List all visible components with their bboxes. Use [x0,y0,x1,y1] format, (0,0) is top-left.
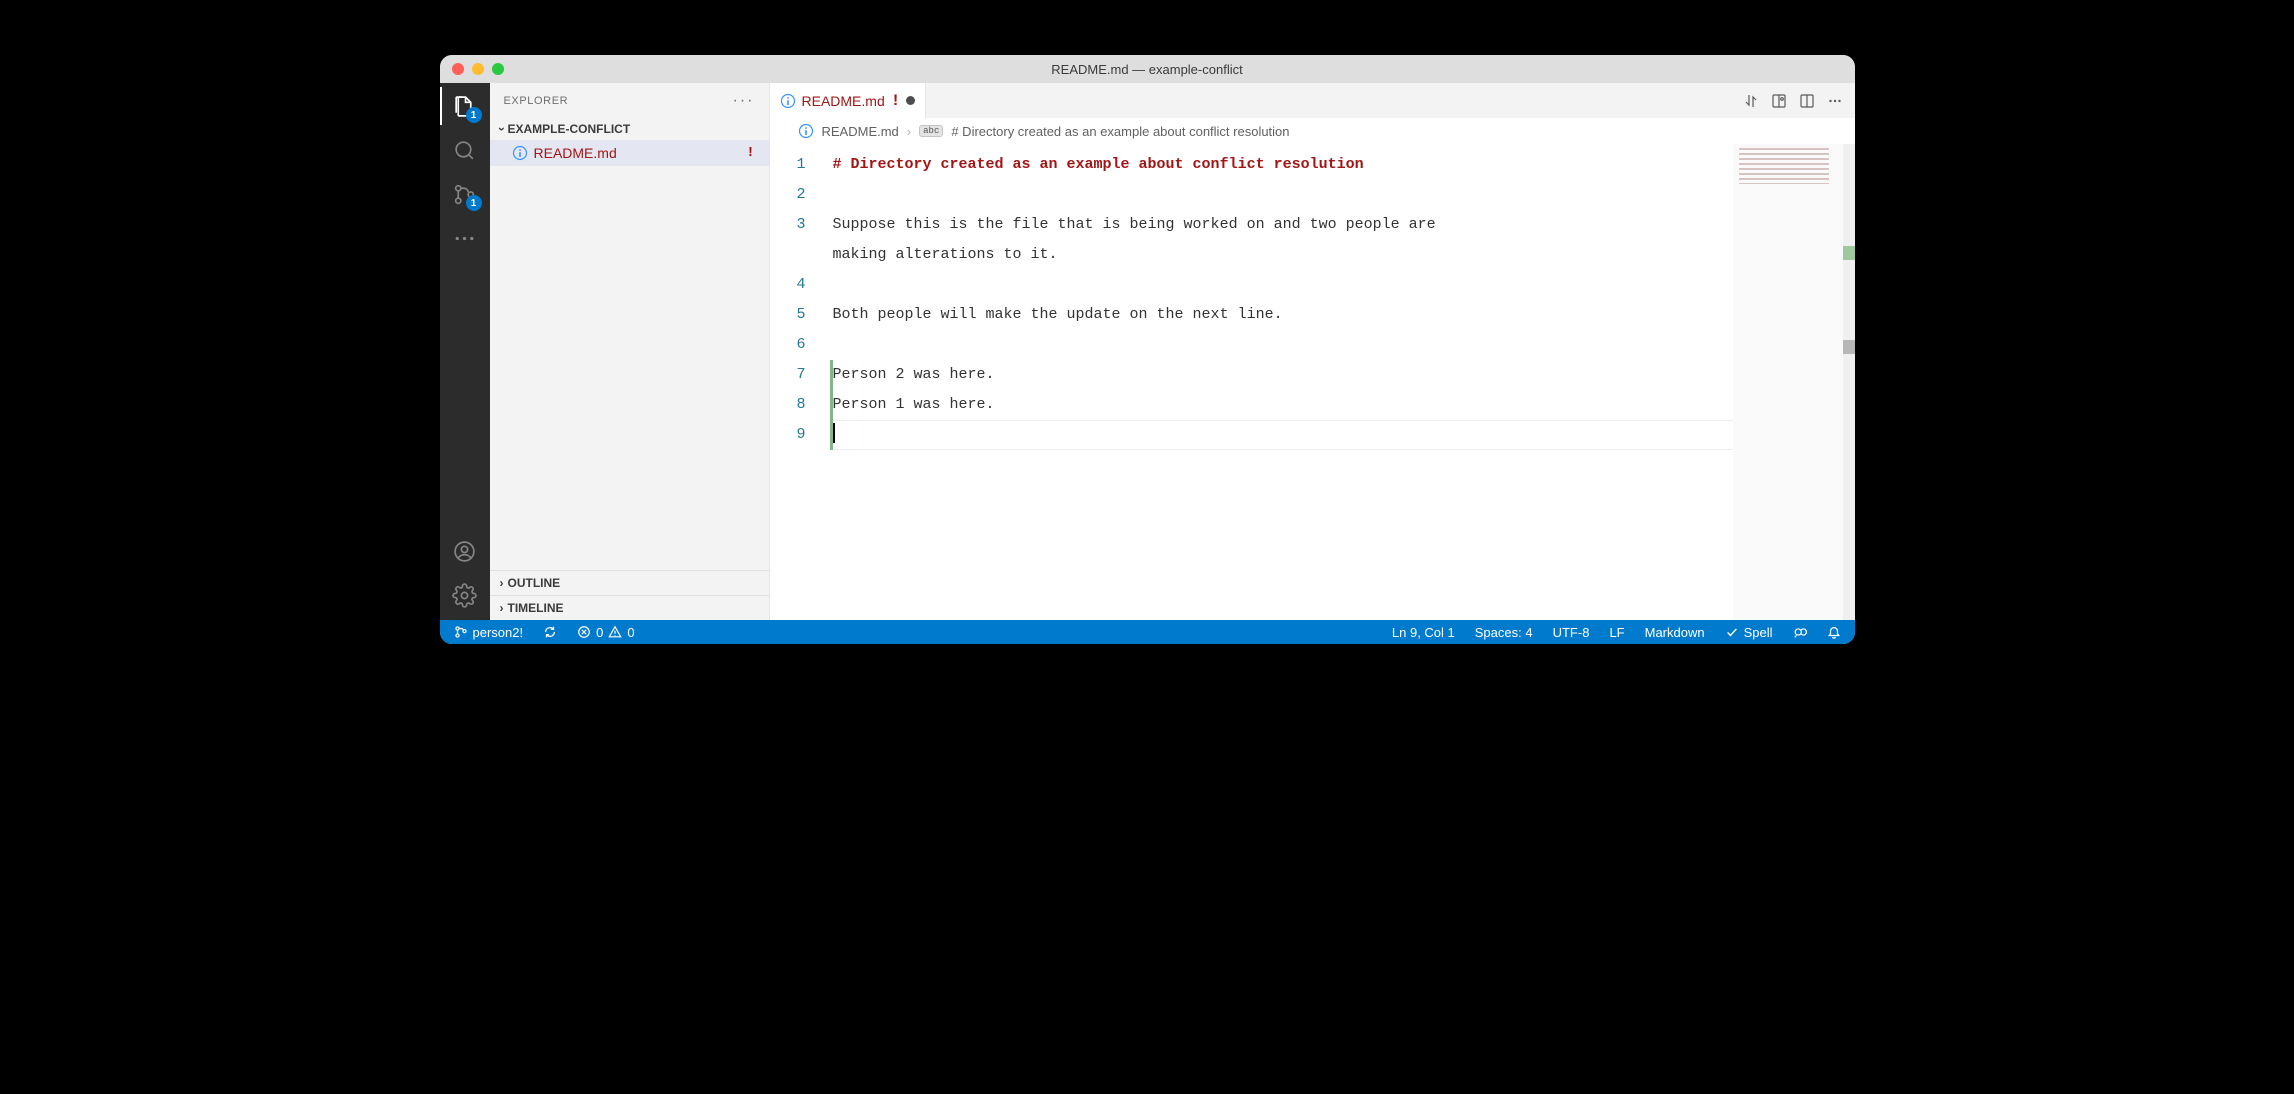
activitybar: 1 1 [440,83,490,620]
workbench: 1 1 EXPLORER ··· [440,83,1855,620]
chevron-right-icon: › [500,601,504,615]
indent-setting: Spaces: 4 [1475,625,1533,640]
source-control-icon[interactable]: 1 [450,179,480,209]
chevron-right-icon: › [500,576,504,590]
tabbar: README.md ! [770,83,1855,118]
accounts-icon[interactable] [450,536,480,566]
sidebar-title: EXPLORER [504,95,569,107]
compare-changes-icon[interactable] [1737,87,1765,115]
traffic-lights [452,63,504,75]
status-language[interactable]: Markdown [1637,620,1713,644]
status-eol[interactable]: LF [1601,620,1632,644]
spell-label: Spell [1744,625,1773,640]
overview-ruler[interactable] [1843,144,1855,620]
folder-name: EXAMPLE-CONFLICT [508,122,631,136]
eol: LF [1609,625,1624,640]
split-editor-icon[interactable] [1793,87,1821,115]
status-cursor[interactable]: Ln 9, Col 1 [1384,620,1463,644]
status-branch[interactable]: person2! [446,620,532,644]
outline-section[interactable]: › OUTLINE [490,570,769,595]
minimize-window-button[interactable] [472,63,484,75]
explorer-badge: 1 [466,107,482,123]
timeline-label: TIMELINE [508,601,564,615]
file-warn-mark: ! [743,145,759,161]
close-window-button[interactable] [452,63,464,75]
more-icon[interactable] [450,223,480,253]
tab-readme[interactable]: README.md ! [770,83,927,118]
overview-marker-added [1843,246,1855,260]
breadcrumb-symbol: # Directory created as an example about … [951,124,1289,139]
status-encoding[interactable]: UTF-8 [1545,620,1598,644]
timeline-section[interactable]: › TIMELINE [490,595,769,620]
chevron-down-icon: › [495,127,509,131]
line-number-gutter: 123 456789 [770,144,830,620]
sidebar: EXPLORER ··· › EXAMPLE-CONFLICT README.m… [490,83,770,620]
folder-section[interactable]: › EXAMPLE-CONFLICT [490,118,769,140]
status-sync[interactable] [535,620,565,644]
file-row-readme[interactable]: README.md ! [490,140,769,166]
symbol-string-icon: abc [919,125,943,137]
editor-group: README.md ! [770,83,1855,620]
error-count: 0 [596,625,603,640]
open-preview-icon[interactable] [1765,87,1793,115]
explorer-icon[interactable]: 1 [450,91,480,121]
encoding: UTF-8 [1553,625,1590,640]
status-spell[interactable]: Spell [1717,620,1781,644]
sidebar-more-icon[interactable]: ··· [733,92,755,110]
outline-label: OUTLINE [508,576,561,590]
window-title: README.md — example-conflict [440,62,1855,77]
sidebar-header: EXPLORER ··· [490,83,769,118]
statusbar: person2! 0 0 Ln 9, Col 1 Spaces: 4 UTF-8… [440,620,1855,644]
settings-gear-icon[interactable] [450,580,480,610]
search-icon[interactable] [450,135,480,165]
language-mode: Markdown [1645,625,1705,640]
warning-count: 0 [627,625,634,640]
dirty-indicator-icon [906,96,915,105]
info-icon [798,123,814,139]
breadcrumb-file: README.md [822,124,899,139]
titlebar: README.md — example-conflict [440,55,1855,83]
chevron-right-icon: › [907,124,911,139]
app-window: README.md — example-conflict 1 1 [440,55,1855,644]
editor-more-icon[interactable] [1821,87,1849,115]
cursor-position: Ln 9, Col 1 [1392,625,1455,640]
branch-name: person2! [473,625,524,640]
status-notifications-icon[interactable] [1819,620,1849,644]
info-icon [780,93,796,109]
code-area[interactable]: # Directory created as an example about … [833,144,1733,620]
tab-warn-mark: ! [891,92,901,110]
info-icon [512,145,528,161]
overview-marker-cursor [1843,340,1855,354]
status-problems[interactable]: 0 0 [569,620,642,644]
scm-badge: 1 [466,195,482,211]
editor-body[interactable]: 123 456789 # Directory created as an exa… [770,144,1855,620]
tab-name: README.md [802,93,885,109]
status-indent[interactable]: Spaces: 4 [1467,620,1541,644]
breadcrumb[interactable]: README.md › abc # Directory created as a… [770,118,1855,144]
file-name: README.md [534,145,737,161]
status-feedback-icon[interactable] [1785,620,1815,644]
fullscreen-window-button[interactable] [492,63,504,75]
minimap[interactable] [1733,144,1843,620]
